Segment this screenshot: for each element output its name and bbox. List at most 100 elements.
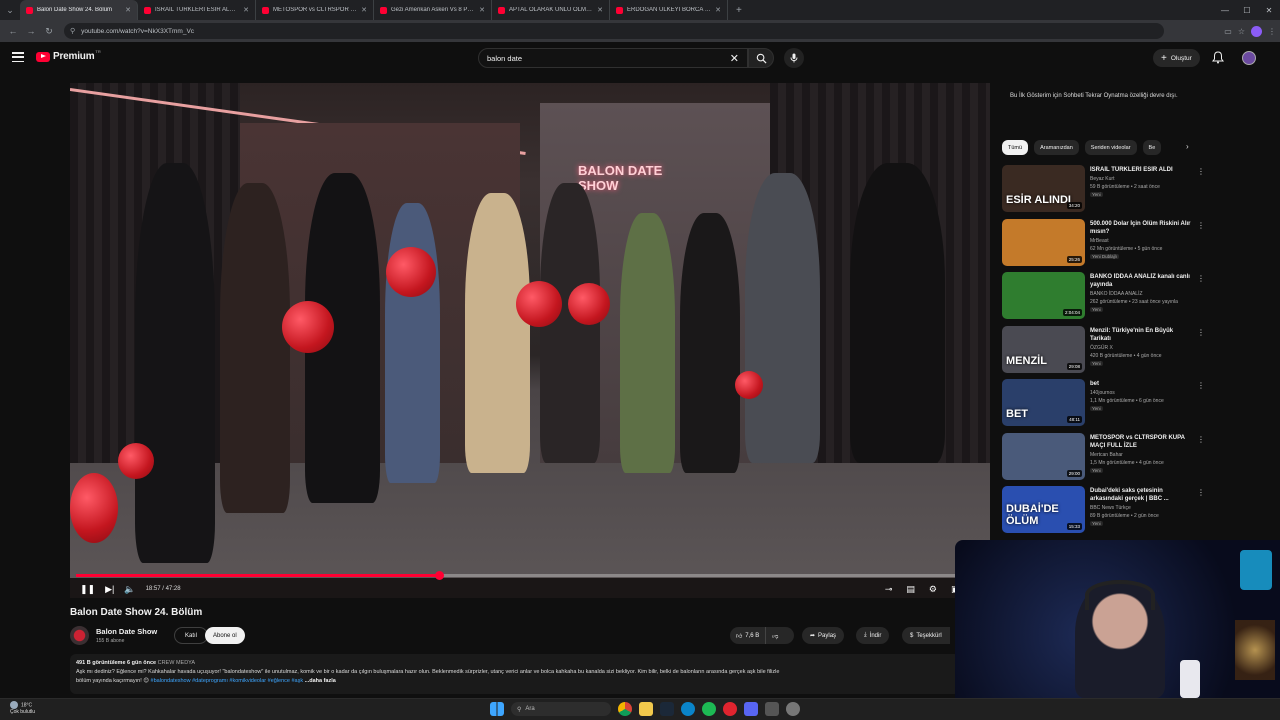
description-box[interactable]: 491 B görüntüleme 6 gün önce CREW MEDYA … [70, 654, 960, 694]
channel-avatar[interactable] [70, 626, 89, 645]
share-button[interactable]: ➦ Paylaş [802, 627, 845, 644]
spotify-icon[interactable] [702, 702, 716, 716]
youtube-logo[interactable]: Premium TR [36, 49, 101, 62]
browser-tab[interactable]: İSRAİL TÜRKLERİ ESİR ALDI - Yo ✕ [138, 0, 256, 20]
recommendation-channel[interactable]: ÖZGÜR X [1090, 345, 1113, 351]
chrome-icon[interactable] [618, 702, 632, 716]
bookmark-star-icon[interactable]: ☆ [1238, 27, 1245, 36]
recommendation-title[interactable]: METOSPOR vs CLTRSPOR KUPA MAÇI FULL İZLE [1090, 434, 1194, 450]
browser-tab[interactable]: ERDOĞAN ÜLKEYİ BORCA SOK ✕ [610, 0, 728, 20]
recommendation-title[interactable]: BANKO İDDAA ANALİZ kanalı canlı yayında [1090, 273, 1194, 289]
cast-icon[interactable]: ▭ [1224, 27, 1232, 36]
more-options-icon[interactable]: ⋮ [1197, 435, 1205, 444]
video-thumbnail[interactable]: ESİR ALINDI 34:20 [1002, 165, 1085, 212]
address-bar[interactable]: ⚲ youtube.com/watch?v=NkX3XTmm_Vc [64, 23, 1164, 39]
filter-chip[interactable]: Tümü [1002, 140, 1029, 155]
recommendation-item[interactable]: 29:00 METOSPOR vs CLTRSPOR KUPA MAÇI FULL… [1002, 432, 1207, 487]
subtitles-icon[interactable]: ▤ [906, 584, 915, 595]
site-info-icon[interactable]: ⚲ [70, 27, 75, 35]
back-icon[interactable]: ← [4, 22, 22, 40]
create-button[interactable]: + Oluştur [1153, 49, 1200, 67]
dislike-button[interactable]: 👎︎ [766, 632, 784, 640]
recommendation-channel[interactable]: MrBeast [1090, 238, 1109, 244]
filter-chip[interactable]: Be [1142, 140, 1162, 155]
recommendation-channel[interactable]: BANKO İDDAA ANALİZ [1090, 291, 1143, 297]
recommendation-item[interactable]: MENZİL 29:08 Menzil: Türkiye'nin En Büyük … [1002, 325, 1207, 380]
settings-gear-icon[interactable]: ⚙ [929, 584, 937, 595]
thanks-button[interactable]: $ Teşekkürl [902, 627, 950, 644]
more-options-icon[interactable]: ⋮ [1197, 167, 1205, 176]
search-button[interactable] [748, 48, 774, 68]
minimize-icon[interactable]: — [1214, 0, 1236, 20]
close-tab-icon[interactable]: ✕ [125, 6, 131, 14]
pause-icon[interactable]: ❚❚ [80, 584, 95, 595]
filter-chip[interactable]: Seriden videolar [1084, 140, 1137, 155]
profile-avatar[interactable] [1251, 25, 1262, 37]
app-icon[interactable] [765, 702, 779, 716]
scrubber-handle[interactable] [435, 571, 445, 580]
channel-name[interactable]: Balon Date Show [96, 627, 157, 636]
browser-tab[interactable]: APTAL OLARAK ÜNLÜ OLMAK ✕ [492, 0, 610, 20]
notifications-bell-icon[interactable] [1212, 51, 1228, 65]
description-tag[interactable]: CREW MEDYA [158, 660, 195, 666]
recommendation-item[interactable]: DUBAİ'DE ÖLÜM 15:33 Dubai'deki saks çetesi… [1002, 486, 1207, 540]
video-player[interactable]: BALON DATE SHOW ❚❚ ▶| 🔈 18:57 / 47:28 ⊸ … [70, 83, 990, 598]
new-tab-button[interactable]: + [728, 0, 750, 20]
recommendation-title[interactable]: Menzil: Türkiye'nin En Büyük Tarikatı [1090, 327, 1194, 343]
progress-bar[interactable] [76, 571, 984, 580]
taskbar-search[interactable]: ⚲ Ara [511, 702, 611, 716]
file-explorer-icon[interactable] [639, 702, 653, 716]
reload-icon[interactable]: ↻ [40, 22, 58, 40]
tab-search-icon[interactable]: ⌄ [0, 0, 20, 20]
recommendation-item[interactable]: ESİR ALINDI 34:20 İSRAİL TÜRKLERİ ESİR ALD… [1002, 165, 1207, 219]
search-input[interactable]: balon date ✕ [478, 48, 748, 68]
close-tab-icon[interactable]: ✕ [361, 6, 367, 14]
video-thumbnail[interactable]: MENZİL 29:08 [1002, 325, 1085, 373]
more-options-icon[interactable]: ⋮ [1197, 488, 1205, 497]
recommendation-channel[interactable]: Mertcan Bahar [1090, 452, 1123, 458]
autoplay-toggle-icon[interactable]: ⊸ [885, 584, 893, 595]
next-video-icon[interactable]: ▶| [105, 584, 114, 595]
recommendation-title[interactable]: 500.000 Dolar İçin Ölüm Riskini Alır mıs… [1090, 220, 1194, 236]
volume-icon[interactable]: 🔈 [124, 584, 135, 595]
close-tab-icon[interactable]: ✕ [597, 6, 603, 14]
recommendation-channel[interactable]: BBC News Türkçe [1090, 505, 1131, 511]
hashtag-links[interactable]: #balondateshow #dateprogramı #komikvideo… [151, 678, 304, 684]
browser-tab[interactable]: METOSPOR vs CLTRSPOR KUPA ✕ [256, 0, 374, 20]
show-more-link[interactable]: ...daha fazla [305, 678, 336, 684]
video-thumbnail[interactable]: BET 48:11 [1002, 379, 1085, 426]
video-thumbnail[interactable]: 2:04:04 [1002, 272, 1085, 319]
browser-tab[interactable]: Balon Date Show 24. Bölüm ✕ [20, 0, 138, 20]
maximize-icon[interactable]: ☐ [1236, 0, 1258, 20]
browser-tab[interactable]: Gezi Amerikan Askeri Vs 8 Polis ✕ [374, 0, 492, 20]
close-tab-icon[interactable]: ✕ [243, 6, 249, 14]
join-button[interactable]: Katıl [174, 627, 209, 644]
video-thumbnail[interactable]: 25:26 [1002, 218, 1085, 266]
more-options-icon[interactable]: ⋮ [1197, 221, 1205, 230]
recommendation-channel[interactable]: Beyaz Kurt [1090, 176, 1114, 182]
recommendation-item[interactable]: BET 48:11 bet 140journos 1,1 Mn görüntüleme … [1002, 379, 1207, 433]
recommendation-title[interactable]: bet [1090, 380, 1194, 388]
windows-start-icon[interactable] [490, 702, 504, 716]
user-avatar[interactable] [1242, 51, 1256, 65]
close-tab-icon[interactable]: ✕ [715, 6, 721, 14]
download-button[interactable]: ⤓ İndir [856, 627, 890, 644]
clear-search-icon[interactable]: ✕ [730, 52, 739, 65]
browser-menu-icon[interactable]: ⋮ [1268, 27, 1276, 36]
steam-icon[interactable] [660, 702, 674, 716]
chevron-right-icon[interactable]: › [1186, 142, 1189, 151]
weather-widget[interactable]: 18°C Çok bulutlu [10, 701, 35, 716]
filter-chip[interactable]: Aramanızdan [1034, 140, 1079, 155]
close-tab-icon[interactable]: ✕ [479, 6, 485, 14]
more-options-icon[interactable]: ⋮ [1197, 274, 1205, 283]
hamburger-menu-icon[interactable] [12, 52, 24, 62]
video-thumbnail[interactable]: DUBAİ'DE ÖLÜM 15:33 [1002, 486, 1085, 533]
more-options-icon[interactable]: ⋮ [1197, 381, 1205, 390]
voice-search-button[interactable] [784, 48, 804, 68]
settings-icon[interactable] [786, 702, 800, 716]
opera-icon[interactable] [723, 702, 737, 716]
recommendation-item[interactable]: 2:04:04 BANKO İDDAA ANALİZ kanalı canlı y… [1002, 272, 1207, 326]
more-options-icon[interactable]: ⋮ [1197, 328, 1205, 337]
recommendation-item[interactable]: 25:26 500.000 Dolar İçin Ölüm Riskini Alı… [1002, 218, 1207, 273]
edge-icon[interactable] [681, 702, 695, 716]
